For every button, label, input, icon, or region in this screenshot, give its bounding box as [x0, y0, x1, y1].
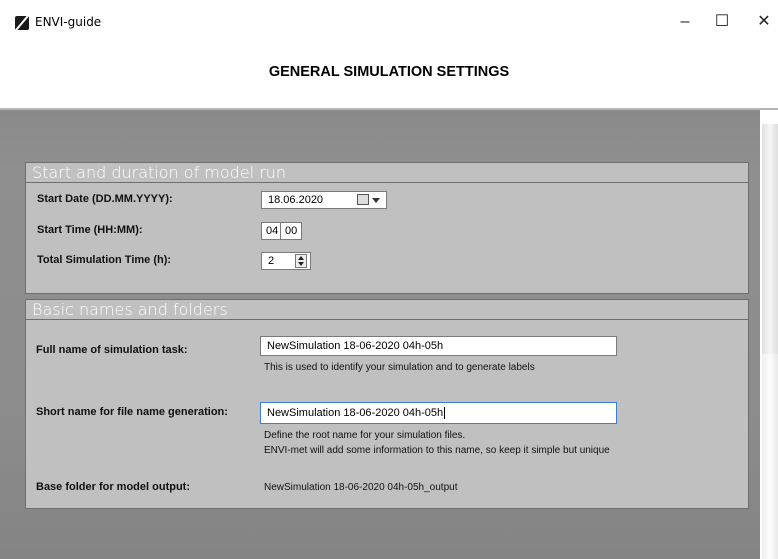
- run-settings-panel: Start and duration of model run Start Da…: [25, 162, 749, 294]
- short-name-input[interactable]: NewSimulation 18-06-2020 04h-05h: [260, 402, 617, 424]
- minimize-button[interactable]: –: [675, 12, 695, 32]
- names-folders-title: Basic names and folders: [26, 300, 748, 320]
- run-settings-title: Start and duration of model run: [26, 163, 748, 183]
- spin-down-icon[interactable]: [298, 262, 304, 266]
- page-title: GENERAL SIMULATION SETTINGS: [268, 64, 510, 80]
- window-titlebar: ENVI-guide – ☐ ✕: [0, 0, 778, 50]
- total-time-label: Total Simulation Time (h):: [37, 254, 172, 266]
- start-date-label: Start Date (DD.MM.YYYY):: [37, 193, 173, 205]
- close-button[interactable]: ✕: [754, 12, 774, 32]
- names-folders-panel: Basic names and folders Full name of sim…: [25, 299, 749, 509]
- full-name-label: Full name of simulation task:: [36, 344, 188, 356]
- vertical-scrollbar[interactable]: [762, 124, 778, 559]
- envi-app-icon: [15, 16, 29, 30]
- calendar-icon[interactable]: [357, 194, 369, 205]
- short-name-label: Short name for file name generation:: [36, 406, 228, 418]
- start-date-value: 18.06.2020: [268, 194, 324, 206]
- scrollbar-thumb[interactable]: [762, 124, 778, 354]
- spinner-icon[interactable]: [295, 254, 307, 268]
- full-name-help: This is used to identify your simulation…: [264, 362, 535, 373]
- short-name-help-line2: ENVI-met will add some information to th…: [264, 445, 610, 456]
- start-time-label: Start Time (HH:MM):: [37, 224, 143, 236]
- total-time-value: 2: [268, 255, 275, 267]
- spin-up-icon[interactable]: [298, 256, 304, 260]
- settings-main-area: Start and duration of model run Start Da…: [0, 110, 760, 559]
- base-folder-value: NewSimulation 18-06-2020 04h-05h_output: [264, 482, 458, 493]
- text-cursor: [444, 407, 446, 420]
- short-name-value: NewSimulation 18-06-2020 04h-05h: [267, 407, 444, 419]
- start-time-minutes-input[interactable]: 00: [280, 222, 302, 240]
- start-date-picker[interactable]: 18.06.2020: [261, 191, 387, 209]
- base-folder-label: Base folder for model output:: [36, 481, 190, 493]
- maximize-button[interactable]: ☐: [712, 12, 732, 32]
- total-time-stepper[interactable]: 2: [261, 252, 311, 270]
- short-name-help-line1: Define the root name for your simulation…: [264, 430, 466, 441]
- chevron-down-icon[interactable]: [372, 198, 380, 203]
- window-title: ENVI-guide: [35, 15, 102, 29]
- full-name-input[interactable]: NewSimulation 18-06-2020 04h-05h: [260, 336, 617, 356]
